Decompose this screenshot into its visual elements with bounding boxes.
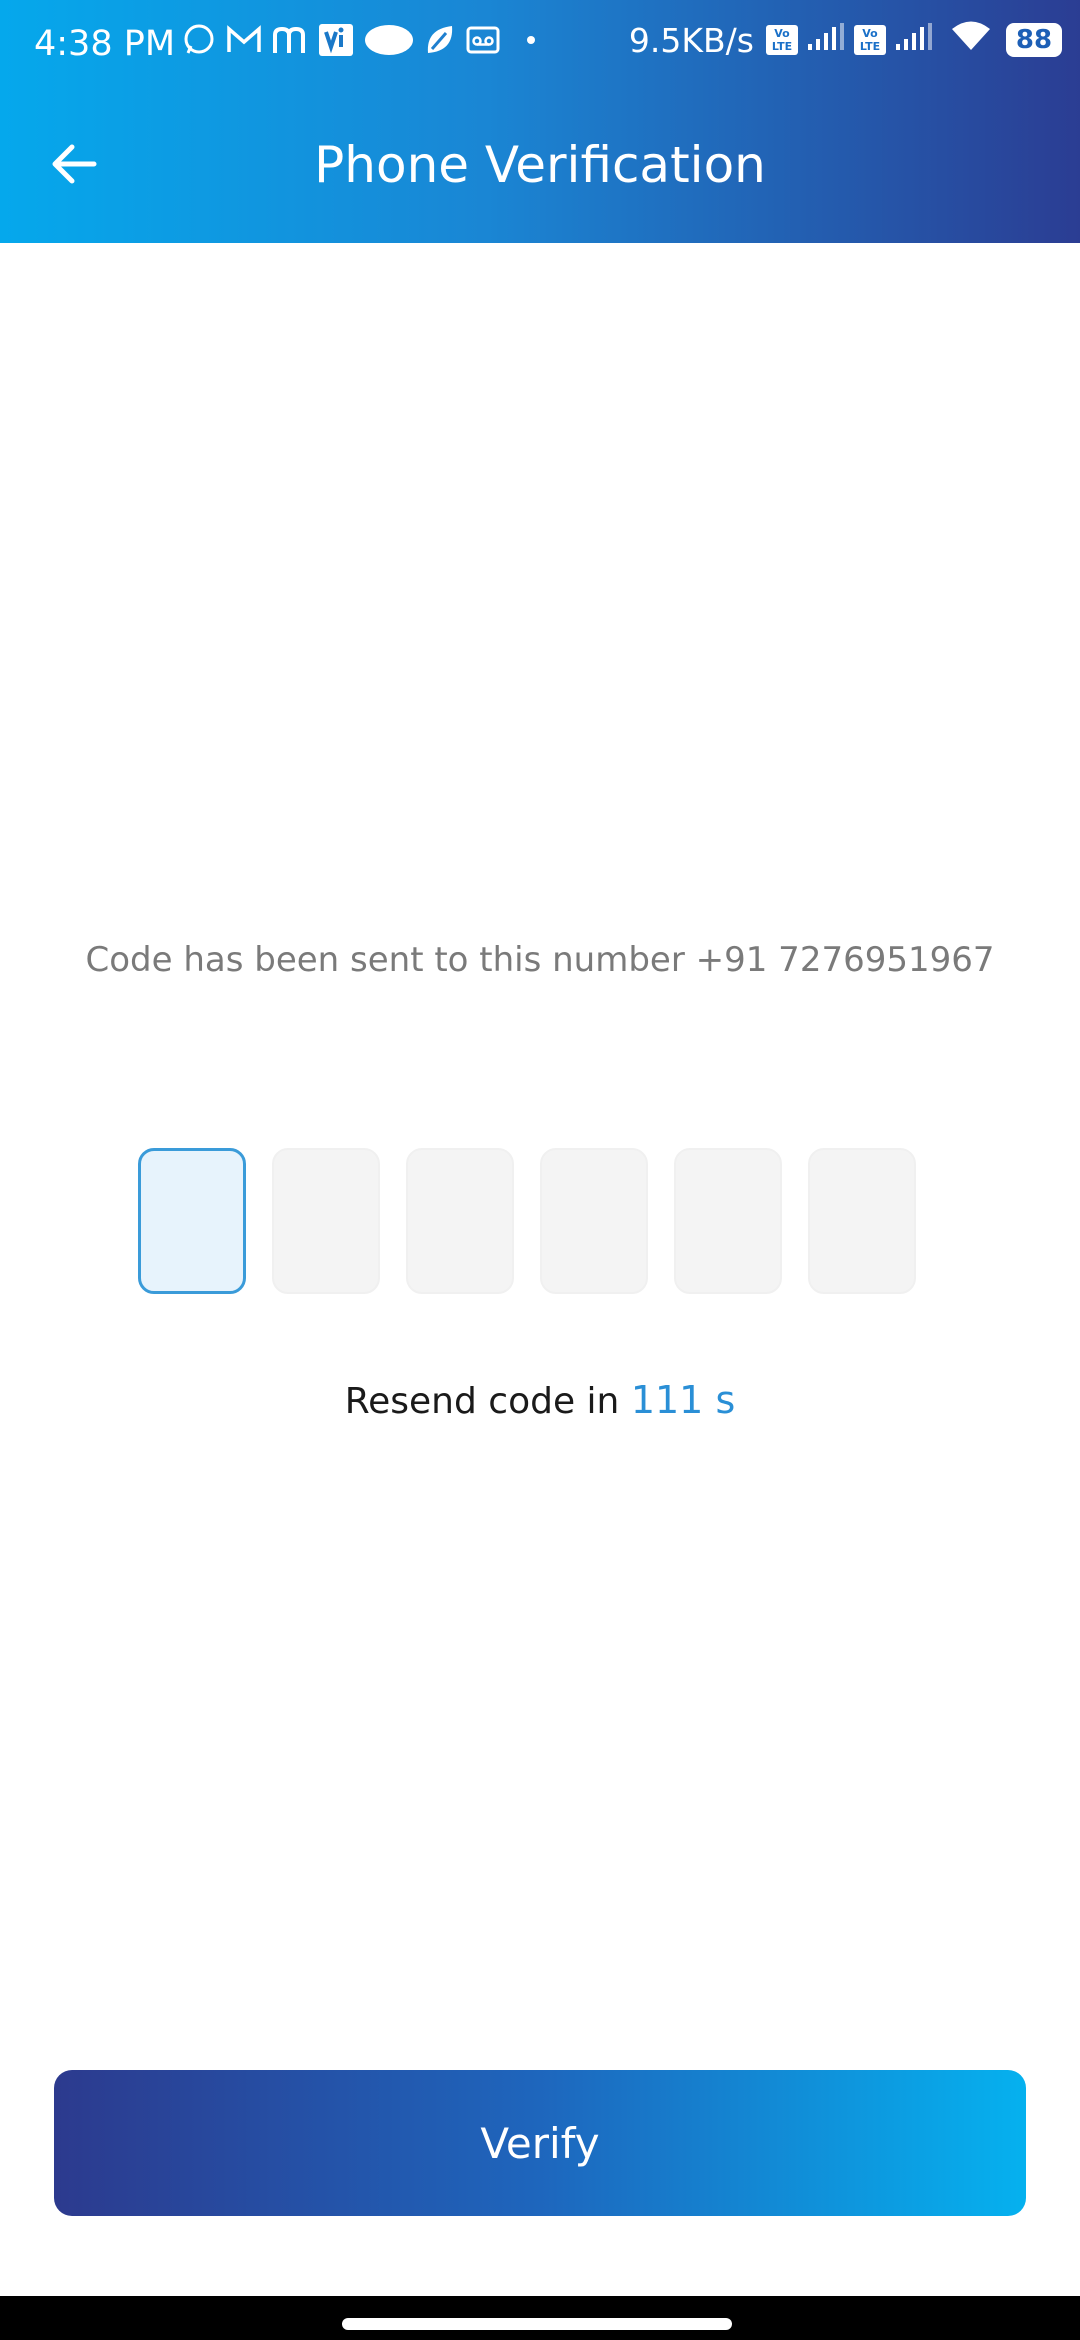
resend-timer: Resend code in 111 s <box>0 1378 1080 1422</box>
volte-badge-2: Vo LTE <box>854 25 886 55</box>
app-header: 4:38 PM 9.5KB/s Vo LTE Vo LTE 88 Phone V… <box>0 0 1080 243</box>
network-speed: 9.5KB/s <box>628 20 754 60</box>
wifi-icon <box>950 20 992 60</box>
signal-icon <box>806 21 846 60</box>
volte-badge-1: Vo LTE <box>766 25 798 55</box>
status-bar: 4:38 PM 9.5KB/s Vo LTE Vo LTE 88 <box>0 0 1080 92</box>
vi-icon <box>318 18 354 62</box>
resend-label: Resend code in <box>344 1381 620 1422</box>
whatsapp-icon <box>182 18 216 62</box>
code-sent-message: Code has been sent to this number +91 72… <box>85 940 995 980</box>
home-gesture-handle[interactable] <box>342 2318 732 2330</box>
dot-icon <box>526 18 536 62</box>
battery-indicator: 88 <box>1006 23 1062 57</box>
otp-input-group <box>138 1148 916 1294</box>
otp-digit-1[interactable] <box>138 1148 246 1294</box>
voicemail-icon <box>466 18 500 62</box>
otp-digit-5[interactable] <box>674 1148 782 1294</box>
page-title: Phone Verification <box>314 136 766 194</box>
status-time: 4:38 PM <box>34 24 176 64</box>
otp-digit-2[interactable] <box>272 1148 380 1294</box>
notification-icons <box>182 18 536 62</box>
otp-digit-3[interactable] <box>406 1148 514 1294</box>
leaf-icon <box>424 18 456 62</box>
otp-digit-6[interactable] <box>808 1148 916 1294</box>
gmail-icon <box>226 18 262 62</box>
m-app-icon <box>272 18 308 62</box>
otp-digit-4[interactable] <box>540 1148 648 1294</box>
status-right: 9.5KB/s Vo LTE Vo LTE 88 <box>629 20 1062 60</box>
resend-countdown: 111 s <box>630 1378 736 1422</box>
signal-icon-2 <box>894 21 934 60</box>
verify-button[interactable]: Verify <box>54 2070 1026 2216</box>
cloud-icon <box>364 18 414 62</box>
